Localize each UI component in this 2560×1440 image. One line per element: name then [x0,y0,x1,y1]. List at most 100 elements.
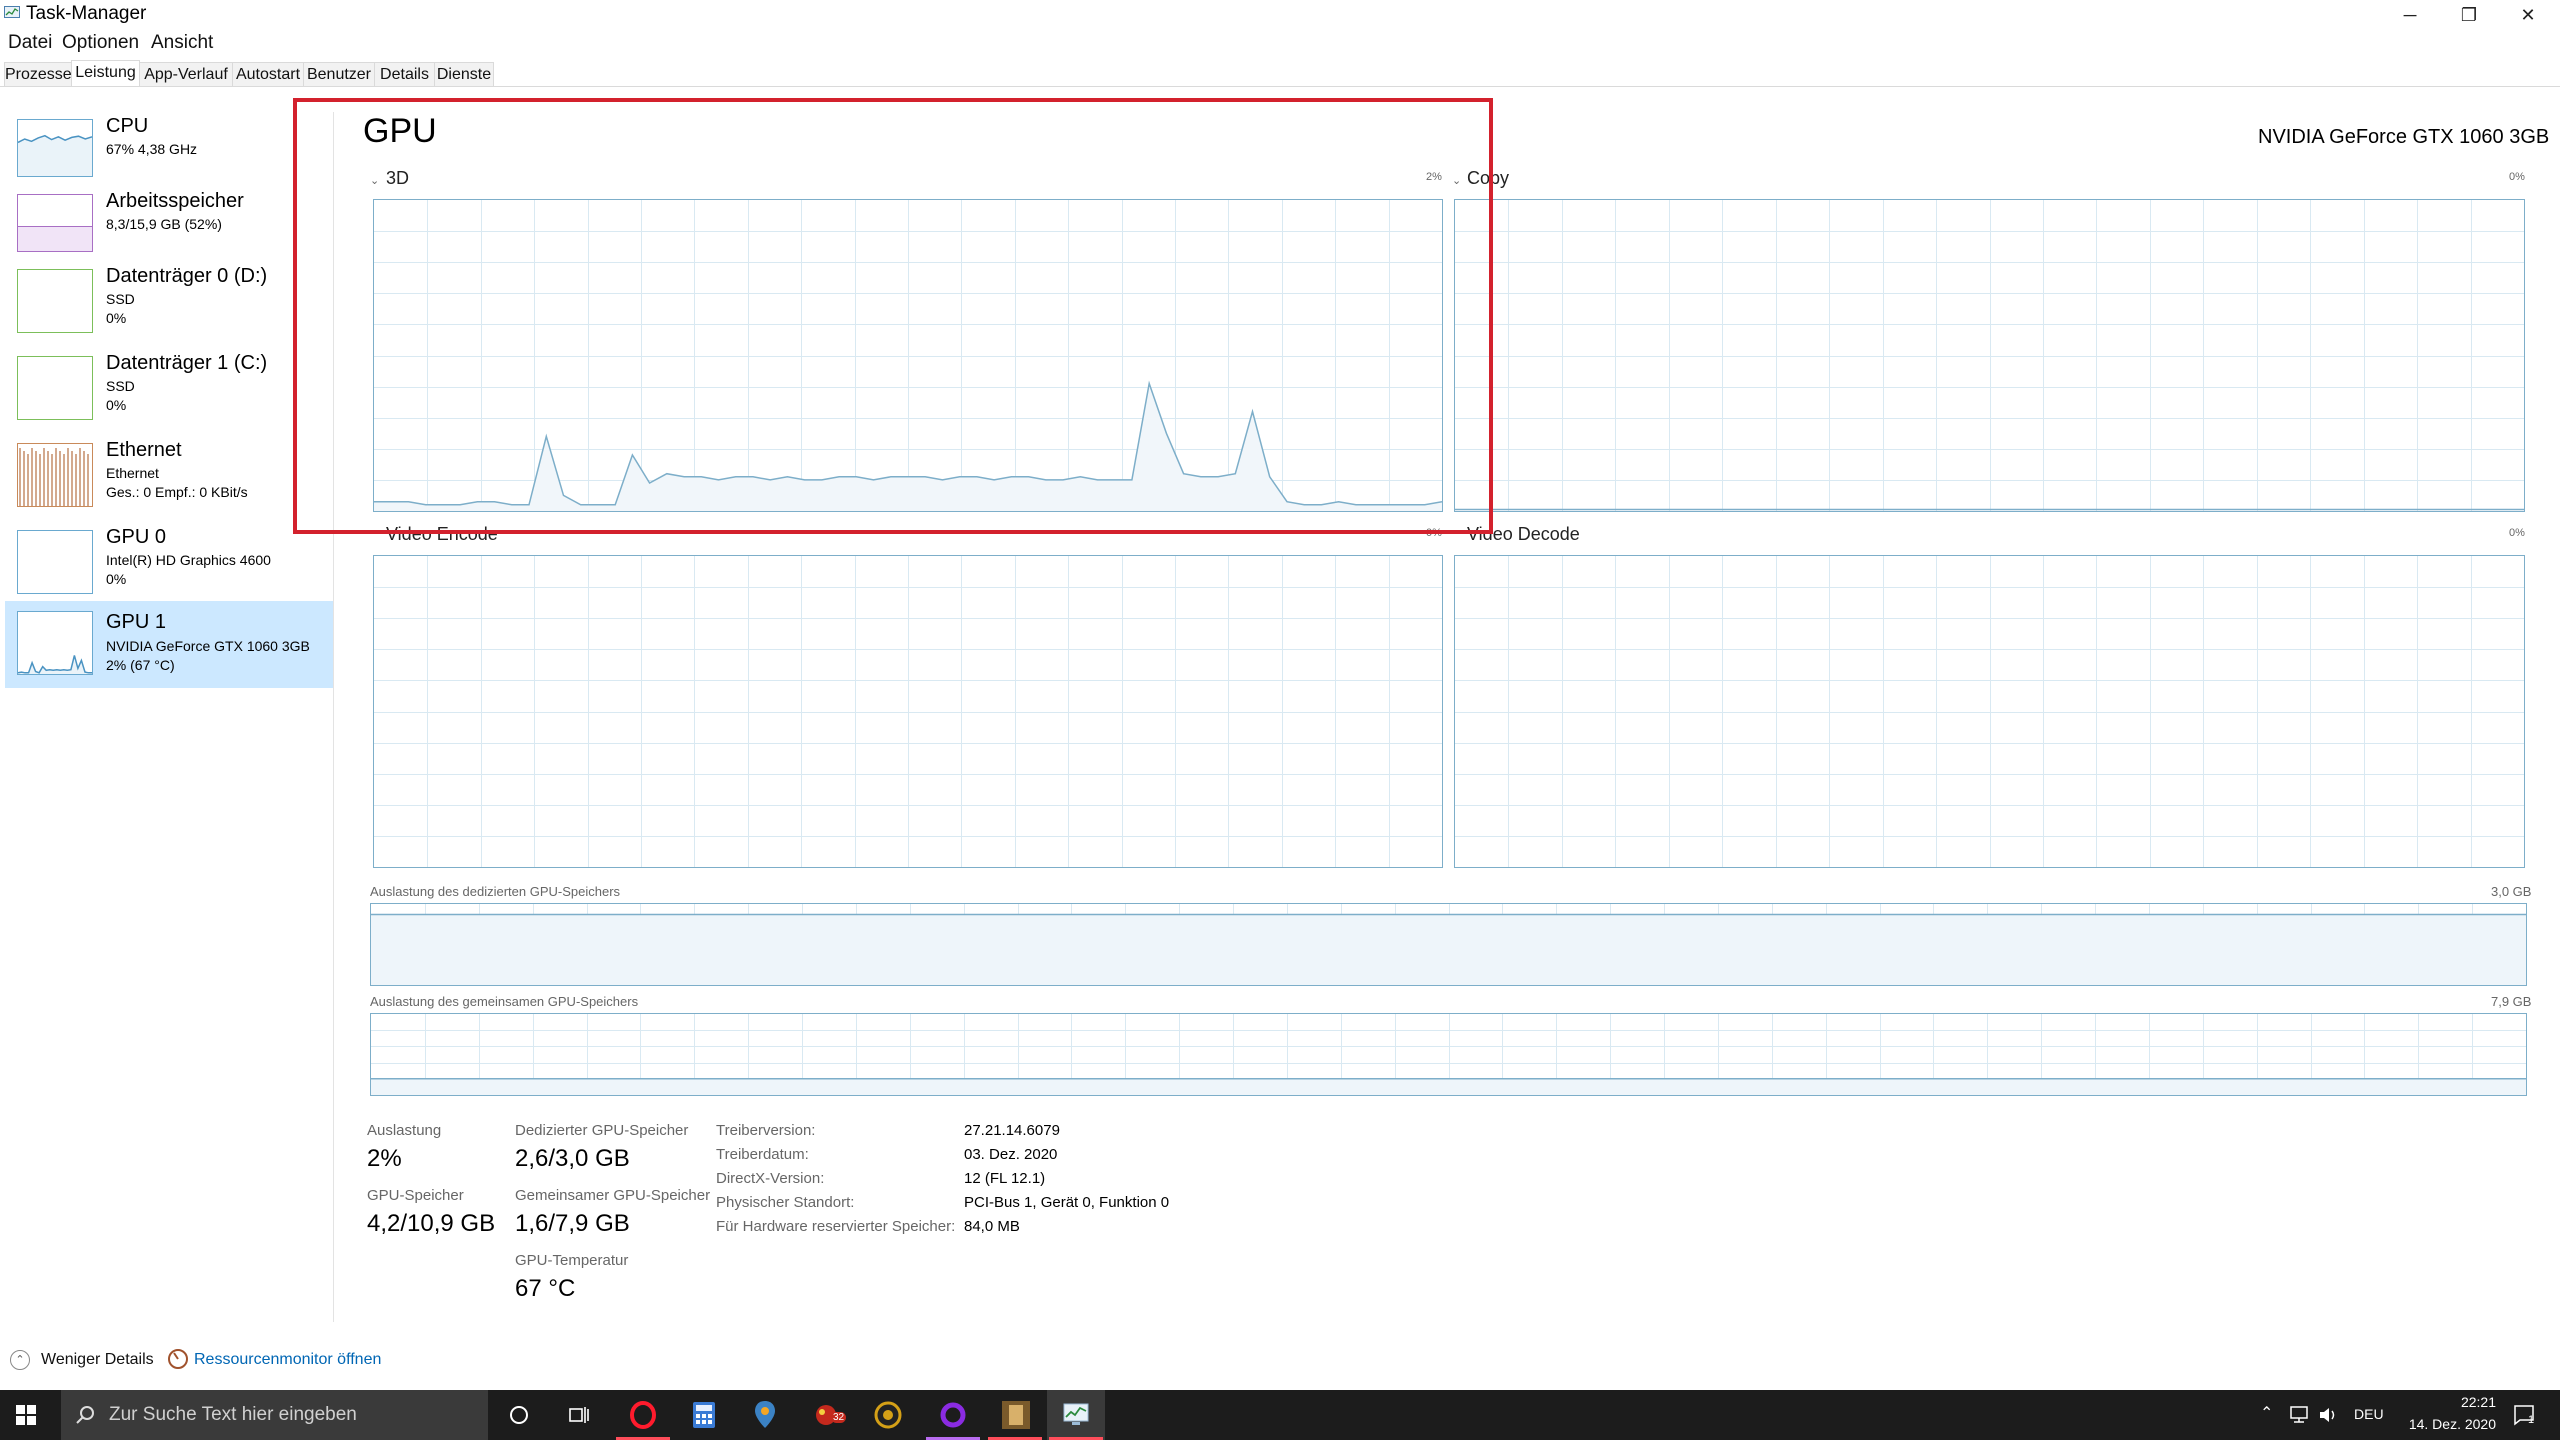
input-language[interactable]: DEU [2354,1406,2384,1422]
cpu-mini-graph [18,134,92,176]
gpu-temperature-value: 67 °C [515,1275,576,1302]
info-value: 84,0 MB [964,1218,1020,1235]
sidebar-item-detail: 8,3/15,9 GB (52%) [106,216,222,232]
maps-pin-icon[interactable] [736,1390,794,1440]
info-key: Treiberversion: [716,1122,816,1139]
sidebar-item-throughput: Ges.: 0 Empf.: 0 KBit/s [106,484,248,500]
tab-services[interactable]: Dienste [434,62,494,87]
gpu-1-mini-graph [18,655,92,674]
sidebar-item-detail: Ethernet [106,465,159,481]
dedicated-memory-label: Auslastung des dedizierten GPU-Speichers [370,884,621,899]
tab-processes[interactable]: Prozesse [4,62,72,87]
taskbar-search-box[interactable]: Zur Suche Text hier eingeben [61,1390,488,1440]
disk-1-thumbnail [17,356,93,420]
gpu-model-name: NVIDIA GeForce GTX 1060 3GB [2258,126,2550,148]
sidebar-item-gpu-1[interactable]: GPU 1 NVIDIA GeForce GTX 1060 3GB 2% (67… [5,601,333,688]
gpu-0-thumbnail [17,530,93,594]
volume-icon[interactable] [2318,1405,2340,1425]
opera-browser-icon[interactable] [614,1390,672,1440]
graph-video-decode-plot [1455,556,2524,867]
sidebar-item-gpu-0[interactable]: GPU 0 Intel(R) HD Graphics 4600 0% [5,522,333,608]
resource-monitor-icon [168,1349,188,1369]
task-manager-taskbar-icon[interactable] [1047,1390,1105,1440]
shared-memory-label: Auslastung des gemeinsamen GPU-Speichers [370,994,639,1009]
info-key: DirectX-Version: [716,1170,825,1187]
gpu-memory-label: GPU-Speicher [367,1187,464,1204]
clock-time[interactable]: 22:21 [2424,1394,2496,1410]
maximize-button[interactable]: ❐ [2440,0,2498,30]
dedicated-memory-max: 3,0 GB [2491,884,2532,899]
sidebar-item-label: Arbeitsspeicher [106,190,244,212]
tab-performance[interactable]: Leistung [71,60,140,87]
title-bar: Task-Manager ─ ❐ ✕ [0,0,2560,30]
sidebar-item-detail: NVIDIA GeForce GTX 1060 3GB [106,638,310,654]
task-view-icon[interactable] [550,1390,608,1440]
info-key: Physischer Standort: [716,1194,855,1211]
dedicated-memory-graph [370,903,2527,986]
network-icon[interactable] [2288,1405,2312,1425]
sidebar-item-cpu[interactable]: CPU 67% 4,38 GHz [5,111,333,197]
cortana-icon[interactable] [490,1390,548,1440]
tab-divider [0,86,2560,87]
chevron-up-icon[interactable]: ⌃ [10,1350,30,1370]
fewer-details-button[interactable]: Weniger Details [41,1351,154,1369]
graph-video-encode [373,555,1443,868]
shared-memory-stat-value: 1,6/7,9 GB [515,1210,630,1237]
menu-file[interactable]: Datei [8,32,52,54]
graph-copy [1454,199,2525,512]
sidebar-item-label: GPU 1 [106,611,167,633]
sidebar-item-ethernet[interactable]: Ethernet Ethernet Ges.: 0 Empf.: 0 KBit/… [5,435,333,521]
sidebar-item-usage: 0% [106,397,127,413]
tab-users[interactable]: Benutzer [303,62,375,87]
sidebar-item-disk-0[interactable]: Datenträger 0 (D:) SSD 0% [5,261,333,347]
graph-max-video-decode: 0% [2509,527,2525,539]
calculator-icon[interactable] [675,1390,733,1440]
tab-startup[interactable]: Autostart [232,62,304,87]
sidebar-item-memory[interactable]: Arbeitsspeicher 8,3/15,9 GB (52%) [5,186,333,272]
shared-memory-plot [371,1014,2526,1095]
sidebar-item-detail: SSD [106,378,135,394]
info-value: 12 (FL 12.1) [964,1170,1046,1187]
dedicated-memory-stat-value: 2,6/3,0 GB [515,1145,630,1172]
ring-app-icon[interactable] [924,1390,982,1440]
gpu-1-thumbnail [17,611,93,675]
window-title: Task-Manager [26,3,147,24]
tab-app-history[interactable]: App-Verlauf [139,62,233,87]
dedicated-memory-plot [371,904,2526,985]
usage-label: Auslastung [367,1122,442,1139]
sidebar-item-usage: 0% [106,310,127,326]
ethernet-thumbnail [17,443,93,507]
tab-details[interactable]: Details [374,62,435,87]
windows-start-icon[interactable] [16,1405,36,1425]
memory-thumbnail [17,194,93,252]
resource-monitor-link[interactable]: Ressourcenmonitor öffnen [194,1351,381,1369]
sidebar-item-usage: 2% (67 °C) [106,657,175,673]
sidebar-item-label: Datenträger 1 (C:) [106,352,268,374]
notification-count: 1 [2528,1414,2535,1426]
disk-0-thumbnail [17,269,93,333]
game-cover-icon[interactable] [986,1390,1044,1440]
chevron-up-icon[interactable]: ⌃ [2260,1403,2273,1423]
menu-view[interactable]: Ansicht [151,32,213,54]
sidebar-item-disk-1[interactable]: Datenträger 1 (C:) SSD 0% [5,348,333,434]
graph-copy-plot [1455,200,2524,511]
gpu-temperature-label: GPU-Temperatur [515,1252,629,1269]
close-button[interactable]: ✕ [2499,0,2557,30]
task-manager-app-icon [4,6,20,18]
graph-video-encode-plot [374,556,1442,867]
gpu-tool-icon[interactable] [858,1390,916,1440]
info-key: Treiberdatum: [716,1146,809,1163]
sidebar-item-label: CPU [106,115,149,137]
minimize-button[interactable]: ─ [2381,0,2439,30]
gpu-memory-value: 4,2/10,9 GB [367,1210,496,1237]
memory-fill [371,1078,2526,1095]
sidebar-item-detail: Intel(R) HD Graphics 4600 [106,552,271,568]
menu-options[interactable]: Optionen [62,32,139,54]
game-app-icon[interactable]: 32 [797,1390,855,1440]
search-placeholder: Zur Suche Text hier eingeben [109,1404,357,1425]
clock-date[interactable]: 14. Dez. 2020 [2392,1416,2496,1432]
memory-fill [18,226,92,251]
sidebar-item-detail: 67% 4,38 GHz [106,141,198,157]
notification-badge: 32 [831,1412,847,1423]
shared-memory-max: 7,9 GB [2491,994,2532,1009]
